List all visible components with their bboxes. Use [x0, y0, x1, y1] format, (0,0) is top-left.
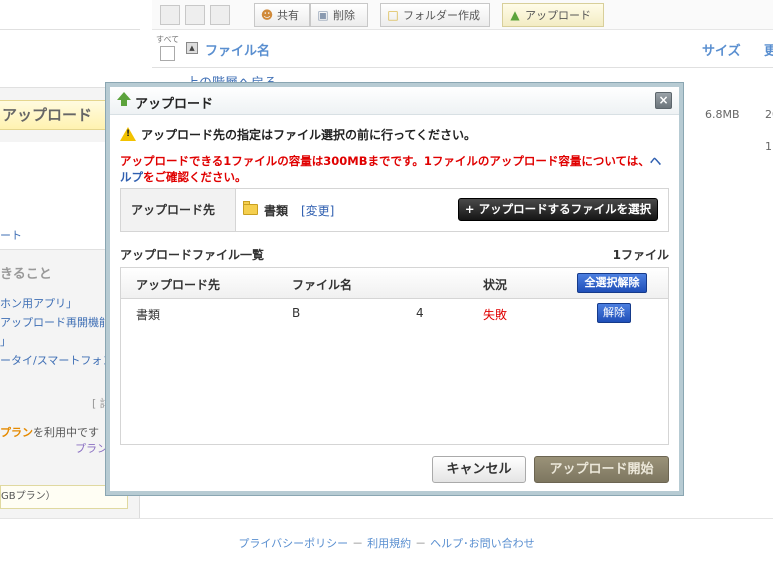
dialog-titlebar: アップロード × — [110, 87, 679, 115]
notice-text: アップロードできる1ファイルの容量は300MBまでです。1ファイルのアップロード… — [120, 154, 650, 168]
upload-label: アップロード — [525, 9, 591, 22]
row-destination: 書類 — [136, 308, 161, 322]
file-date: 1 — [765, 140, 772, 153]
destination-folder: 書類 — [264, 204, 289, 218]
upload-dialog: アップロード × ! アップロード先の指定はファイル選択の前に行ってください。 … — [105, 82, 684, 496]
remove-row-button[interactable]: 解除 — [597, 303, 631, 323]
sidebar-link[interactable]: 」 — [0, 333, 11, 349]
upload-arrow-stem — [121, 100, 127, 106]
share-button[interactable]: ☻ 共有 — [254, 3, 310, 27]
row-status: 失敗 — [483, 308, 508, 322]
table-row: 書類 B 4 失敗 解除 — [121, 300, 668, 326]
table-header: アップロード先 ファイル名 状況 全選択解除 — [121, 268, 668, 299]
delete-label: 削除 — [333, 9, 355, 22]
plan-name: プラン — [0, 426, 33, 439]
footer-separator: － — [415, 537, 427, 550]
upload-file-count: 1ファイル — [612, 248, 669, 262]
plan-link[interactable]: プラン — [75, 440, 108, 456]
upload-arrow-icon: ▲ — [510, 8, 520, 22]
size-limit-notice: アップロードできる1ファイルの容量は300MBまでです。1ファイルのアップロード… — [120, 153, 672, 185]
plan-status: を利用中です — [33, 426, 99, 439]
delete-button[interactable]: ▣ 削除 — [310, 3, 368, 27]
warning-icon-mark: ! — [126, 129, 131, 139]
sidebar-link[interactable]: ート — [0, 227, 22, 243]
list-view-toggle[interactable] — [160, 5, 180, 25]
column-status: 状況 — [483, 278, 508, 292]
privacy-link[interactable]: プライバシーポリシー — [238, 537, 348, 550]
sidebar-link-mobile[interactable]: ータイ/スマートフォン — [0, 352, 113, 368]
sidebar-upload-button[interactable]: アップロード — [0, 100, 108, 130]
upload-arrow-icon — [117, 92, 131, 100]
thumbnail-view-toggle[interactable] — [210, 5, 230, 25]
column-size[interactable]: サイズ — [702, 40, 741, 59]
select-files-button[interactable]: + アップロードするファイルを選択 — [458, 198, 658, 221]
dialog-title: アップロード — [135, 97, 214, 112]
column-filename: ファイル名 — [292, 278, 353, 292]
sort-icon[interactable]: ▲ — [186, 42, 198, 54]
destination-label: アップロード先 — [121, 189, 236, 231]
start-upload-button[interactable]: アップロード開始 — [534, 456, 669, 483]
new-folder-button[interactable]: □ フォルダー作成 — [380, 3, 490, 27]
select-all-label: すべて — [156, 35, 180, 44]
sidebar-plan-text: プランを利用中です — [0, 424, 99, 440]
deselect-all-button[interactable]: 全選択解除 — [577, 273, 647, 293]
select-files-label: アップロードするファイルを選択 — [478, 202, 652, 216]
column-updated[interactable]: 更 — [764, 40, 773, 59]
sidebar-section-heading: きること — [0, 267, 52, 282]
select-all-checkbox[interactable] — [160, 46, 175, 61]
destination-panel: アップロード先 書類 [変更] + アップロードするファイルを選択 — [120, 188, 669, 232]
row-size: 4 — [416, 306, 424, 320]
plus-icon: + — [464, 202, 475, 216]
help-link[interactable]: ヘルプ･お問い合わせ — [430, 537, 535, 550]
change-destination-link[interactable]: [変更] — [301, 202, 334, 219]
notice-text-end: をご確認ください。 — [143, 170, 247, 184]
file-list-header: すべて ▲ ファイル名 サイズ 更 — [152, 30, 773, 68]
column-filename[interactable]: ファイル名 — [205, 40, 270, 59]
column-destination: アップロード先 — [136, 278, 221, 292]
footer: プライバシーポリシー－利用規約－ヘルプ･お問い合わせ — [0, 535, 773, 551]
footer-separator: － — [352, 537, 364, 550]
footer-divider — [0, 518, 773, 519]
new-folder-label: フォルダー作成 — [403, 9, 480, 22]
sidebar-link-resume[interactable]: アップロード再開機能 — [0, 314, 110, 330]
warning-message: アップロード先の指定はファイル選択の前に行ってください。 — [141, 128, 477, 142]
sidebar-link-app[interactable]: ホン用アプリ」 — [0, 295, 77, 311]
file-size: 6.8MB — [705, 108, 740, 121]
cancel-button[interactable]: キャンセル — [432, 456, 526, 483]
folder-plus-icon: □ — [387, 8, 399, 22]
upload-list-title: アップロードファイル一覧 — [120, 248, 265, 262]
folder-icon — [243, 204, 258, 215]
toolbar: ☻ 共有 ▣ 削除 □ フォルダー作成 ▲ アップロード — [152, 0, 773, 30]
upload-file-table: アップロード先 ファイル名 状況 全選択解除 書類 B 4 失敗 解除 — [120, 267, 669, 445]
sidebar-block — [0, 0, 140, 30]
share-label: 共有 — [277, 9, 299, 22]
close-button[interactable]: × — [655, 92, 672, 109]
terms-link[interactable]: 利用規約 — [367, 537, 411, 550]
file-date: 20 — [765, 108, 773, 121]
trash-icon: ▣ — [317, 8, 329, 22]
sidebar-block — [0, 30, 140, 88]
upload-button[interactable]: ▲ アップロード — [502, 3, 604, 27]
users-icon: ☻ — [260, 8, 274, 22]
grid-view-toggle[interactable] — [185, 5, 205, 25]
row-filename: B — [292, 306, 301, 320]
